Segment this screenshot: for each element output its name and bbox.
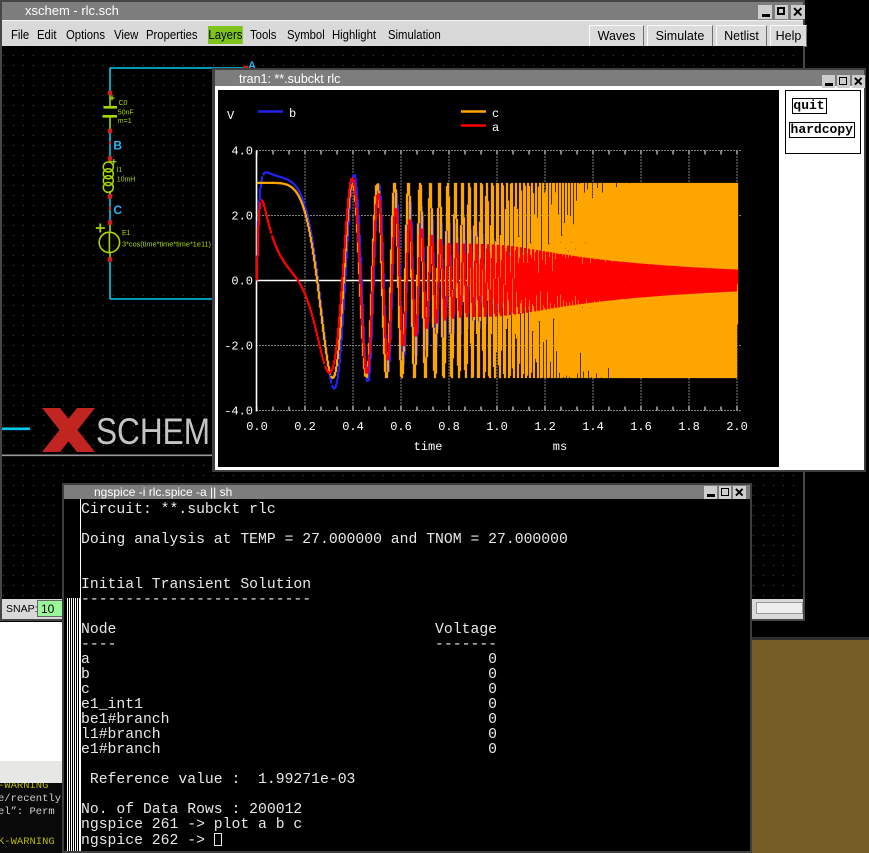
svg-text:B: B xyxy=(113,138,122,152)
svg-text:-4.0: -4.0 xyxy=(224,405,253,419)
svg-text:time: time xyxy=(414,440,443,454)
svg-text:0.0: 0.0 xyxy=(231,275,253,289)
svg-text:0.4: 0.4 xyxy=(342,420,364,434)
svg-text:-2.0: -2.0 xyxy=(224,340,253,354)
svg-text:0.2: 0.2 xyxy=(294,420,316,434)
svg-text:b: b xyxy=(289,107,296,121)
svg-text:3*cos(time*time*time*1e11): 3*cos(time*time*time*1e11) xyxy=(122,242,211,249)
svg-text:m=1: m=1 xyxy=(118,118,132,125)
svg-text:l1: l1 xyxy=(117,167,123,174)
svg-text:0.0: 0.0 xyxy=(246,420,268,434)
svg-text:ms: ms xyxy=(553,440,567,454)
svg-text:10mH: 10mH xyxy=(117,176,136,183)
svg-text:0.8: 0.8 xyxy=(438,420,460,434)
svg-text:50nF: 50nF xyxy=(118,109,134,116)
svg-text:1.8: 1.8 xyxy=(678,420,700,434)
svg-text:2.0: 2.0 xyxy=(231,210,253,224)
svg-text:a: a xyxy=(492,121,499,135)
svg-text:C0: C0 xyxy=(119,100,128,107)
svg-text:SCHEM: SCHEM xyxy=(96,411,210,452)
svg-text:1.4: 1.4 xyxy=(582,420,604,434)
svg-text:1.6: 1.6 xyxy=(630,420,652,434)
svg-text:0.6: 0.6 xyxy=(390,420,412,434)
svg-text:E1: E1 xyxy=(122,230,131,237)
svg-text:c: c xyxy=(492,107,499,121)
svg-text:C: C xyxy=(113,203,122,217)
svg-text:V: V xyxy=(227,109,235,123)
svg-text:2.0: 2.0 xyxy=(726,420,748,434)
svg-text:4.0: 4.0 xyxy=(231,145,253,159)
svg-text:1.2: 1.2 xyxy=(534,420,556,434)
svg-text:1.0: 1.0 xyxy=(486,420,508,434)
